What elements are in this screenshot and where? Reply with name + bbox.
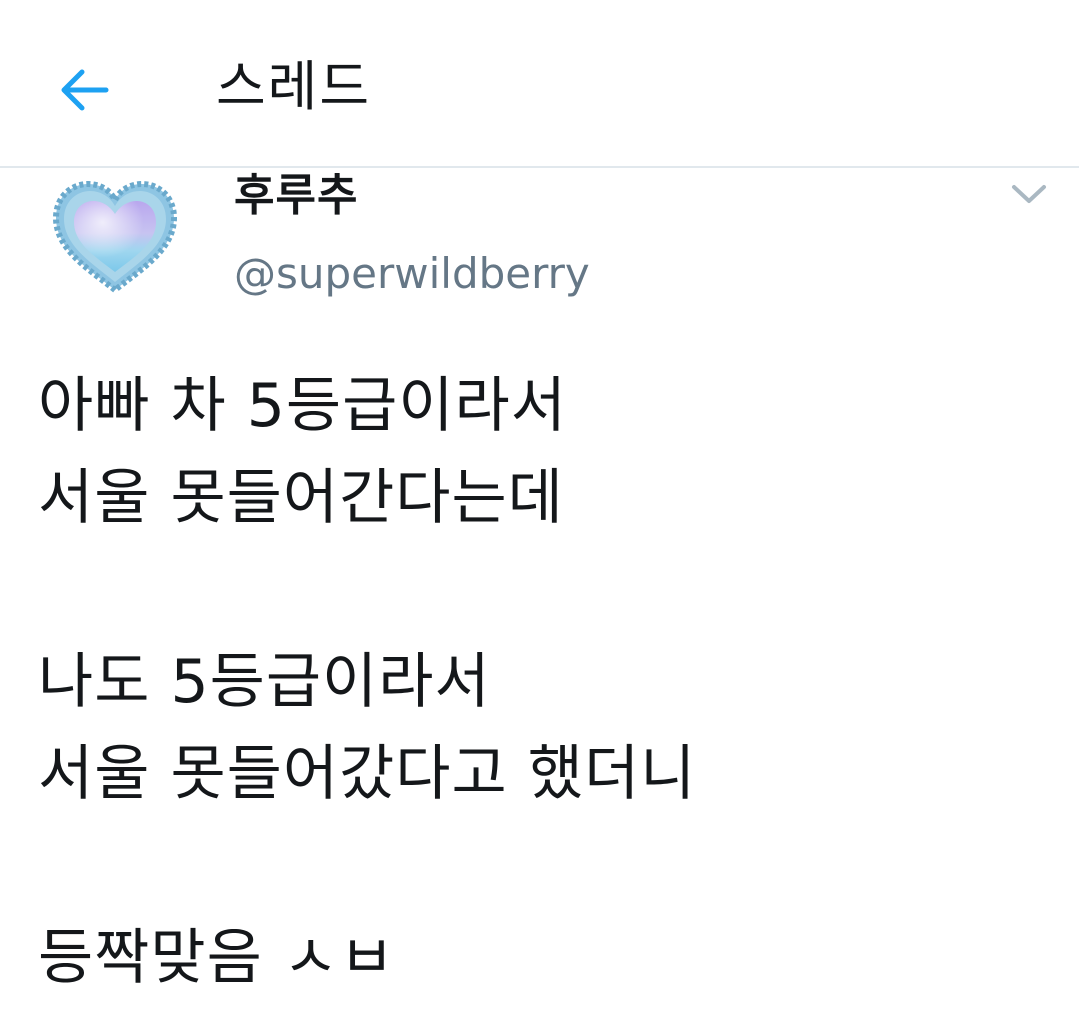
top-app-bar: 스레드 [0,0,1079,168]
tweet-line: 아빠 차 5등급이라서 [38,371,567,441]
user-handle[interactable]: @superwildberry [234,246,590,302]
page-title: 스레드 [216,55,372,118]
tweet-line: 서울 못들어갔다고 했더니 [38,739,697,809]
avatar[interactable] [50,178,180,298]
heart-avatar-icon [52,180,178,294]
tweet-text: 아빠 차 5등급이라서 서울 못들어간다는데 나도 5등급이라서 서울 못들어갔… [38,360,1048,1004]
display-name[interactable]: 후루추 [234,168,358,224]
chevron-down-icon [1011,183,1047,209]
tweet-line: 나도 5등급이라서 [38,647,491,717]
tweet-line: 서울 못들어간다는데 [38,463,564,533]
tweet-line: 등짝맞음 ㅅㅂ [38,923,396,993]
tweet-menu-button[interactable] [1004,174,1054,218]
back-button[interactable] [52,58,116,122]
arrow-left-icon [56,66,112,114]
